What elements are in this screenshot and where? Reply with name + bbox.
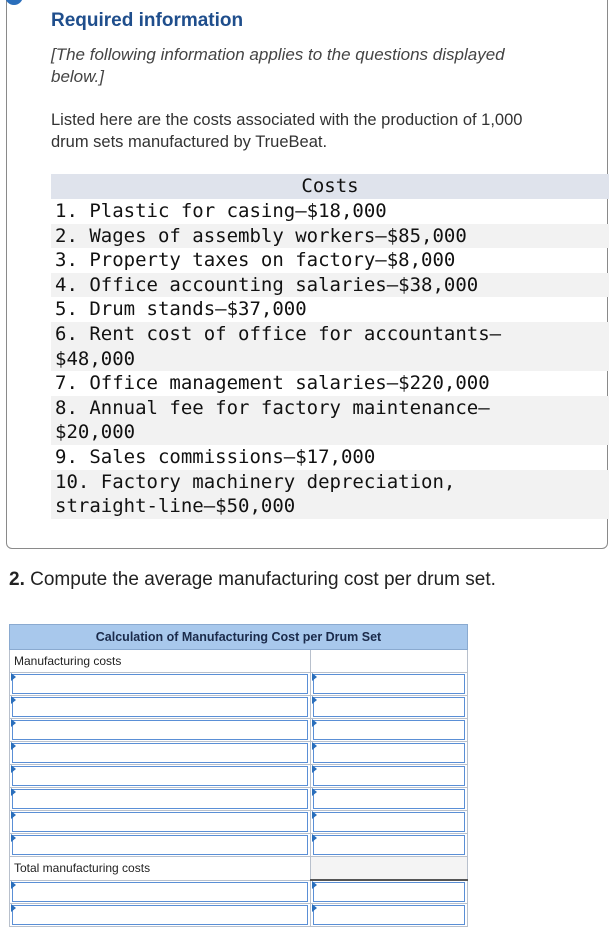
calc-item-cell bbox=[9, 879, 311, 904]
cost-line: 1. Plastic for casing—$18,000 bbox=[55, 200, 387, 222]
cost-amount-cell bbox=[309, 833, 469, 857]
calculation-table: Calculation of Manufacturing Cost per Dr… bbox=[9, 624, 469, 927]
cost-item-input[interactable] bbox=[11, 834, 308, 855]
cost-amount-cell bbox=[309, 741, 469, 765]
calc-amount-input[interactable] bbox=[311, 904, 465, 925]
cost-item-input[interactable] bbox=[11, 696, 308, 717]
total-manufacturing-costs-value bbox=[309, 856, 469, 881]
required-information-title: Required information bbox=[51, 10, 244, 31]
cost-line: 9. Sales commissions—$17,000 bbox=[55, 445, 376, 468]
cost-item-cell bbox=[9, 672, 311, 696]
cost-item-cell bbox=[9, 695, 311, 719]
question-number: 2. bbox=[9, 569, 25, 590]
cost-line: $20,000 bbox=[51, 420, 609, 445]
cost-amount-cell bbox=[309, 764, 469, 788]
calc-amount-cell bbox=[309, 879, 469, 904]
cost-item-input[interactable] bbox=[11, 673, 308, 694]
costs-header: Costs bbox=[51, 174, 609, 199]
cost-amount-cell bbox=[309, 695, 469, 719]
cost-item-cell bbox=[9, 764, 311, 788]
total-manufacturing-costs-label: Total manufacturing costs bbox=[9, 856, 311, 881]
cost-amount-cell bbox=[309, 787, 469, 811]
cost-amount-input[interactable] bbox=[311, 788, 465, 809]
calc-item-input[interactable] bbox=[11, 880, 308, 902]
cost-line: 2. Wages of assembly workers—$85,000 bbox=[51, 223, 609, 249]
cost-item-cell bbox=[9, 810, 311, 834]
costs-list: Costs 1. Plastic for casing—$18,000 2. W… bbox=[51, 174, 609, 519]
question-2: 2. Compute the average manufacturing cos… bbox=[9, 569, 496, 591]
cost-amount-input[interactable] bbox=[311, 742, 465, 763]
info-note: [The following information applies to th… bbox=[51, 45, 505, 86]
cost-amount-input[interactable] bbox=[311, 673, 465, 694]
cost-line: 10. Factory machinery depreciation, bbox=[51, 469, 609, 495]
calculation-table-title: Calculation of Manufacturing Cost per Dr… bbox=[9, 624, 468, 650]
cost-line: 5. Drum stands—$37,000 bbox=[55, 298, 307, 321]
cost-item-input[interactable] bbox=[11, 719, 308, 740]
calc-amount-input[interactable] bbox=[311, 881, 465, 902]
cost-item-input[interactable] bbox=[11, 765, 308, 786]
cost-item-cell bbox=[9, 741, 311, 765]
cost-item-input[interactable] bbox=[11, 742, 308, 763]
cost-item-cell bbox=[9, 833, 311, 857]
calc-item-input[interactable] bbox=[11, 904, 308, 925]
cost-item-cell bbox=[9, 718, 311, 742]
cost-amount-input[interactable] bbox=[311, 719, 465, 740]
info-intro: Listed here are the costs associated wit… bbox=[51, 111, 523, 151]
info-marker-icon bbox=[5, 0, 23, 5]
cost-amount-cell bbox=[309, 810, 469, 834]
calc-amount-cell bbox=[309, 903, 469, 927]
question-text: Compute the average manufacturing cost p… bbox=[24, 569, 496, 590]
cost-line: 6. Rent cost of office for accountants— bbox=[51, 321, 609, 347]
cost-item-input[interactable] bbox=[11, 811, 308, 832]
cost-amount-input[interactable] bbox=[311, 834, 465, 855]
cost-line: 4. Office accounting salaries—$38,000 bbox=[51, 272, 609, 298]
cost-amount-input[interactable] bbox=[311, 811, 465, 832]
cost-amount-cell bbox=[309, 672, 469, 696]
cost-line: straight-line—$50,000 bbox=[51, 494, 609, 519]
cost-amount-input[interactable] bbox=[311, 765, 465, 786]
cost-item-input[interactable] bbox=[11, 788, 308, 809]
cost-line: 7. Office management salaries—$220,000 bbox=[55, 372, 490, 395]
cost-line: $48,000 bbox=[51, 346, 609, 372]
cost-amount-input[interactable] bbox=[311, 696, 465, 717]
cost-line: 3. Property taxes on factory—$8,000 bbox=[55, 249, 456, 272]
calc-item-cell bbox=[9, 903, 311, 927]
cost-amount-cell bbox=[309, 718, 469, 742]
manufacturing-costs-label: Manufacturing costs bbox=[9, 649, 311, 673]
cost-line: 8. Annual fee for factory maintenance— bbox=[51, 395, 609, 421]
empty-cell bbox=[309, 649, 469, 673]
cost-item-cell bbox=[9, 787, 311, 811]
